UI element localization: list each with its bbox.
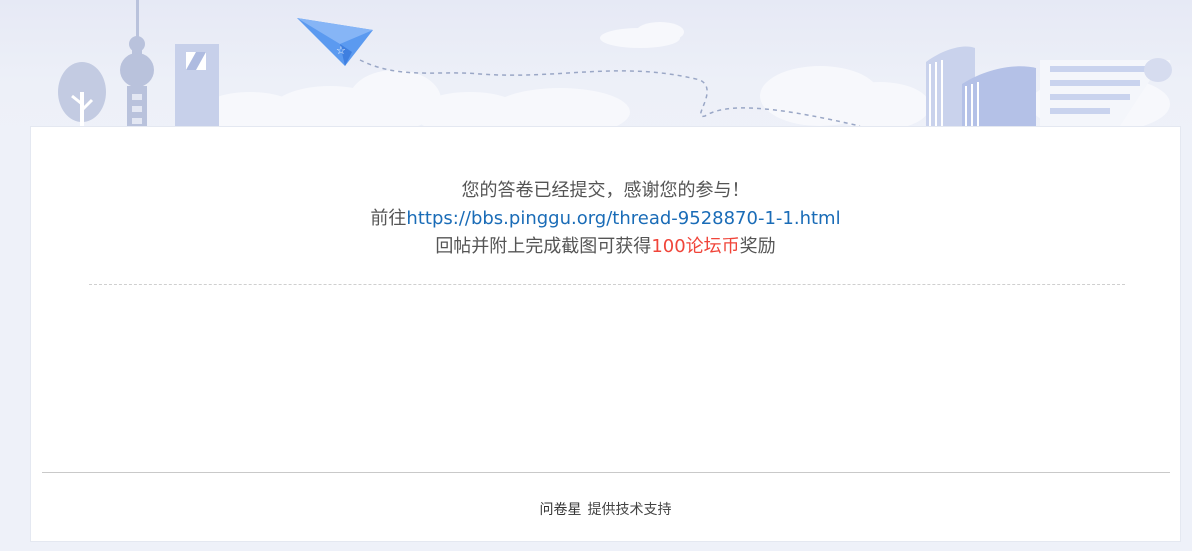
header-banner: ☆ [0,0,1192,140]
reward-suffix: 奖励 [739,236,776,257]
footer: 问卷星 提供技术支持 [31,499,1180,519]
skyscraper-icon [175,44,219,126]
reward-prefix: 回帖并附上完成截图可获得 [435,236,652,257]
tree-icon [58,62,106,126]
footer-divider [42,472,1170,473]
reward-instruction: 回帖并附上完成截图可获得100论坛币奖励 [31,233,1180,261]
wjx-brand-link[interactable]: 问卷星 [540,502,582,518]
tv-tower-icon [120,0,154,126]
thank-you-text: 您的答卷已经提交，感谢您的参与！ [461,180,750,201]
banner-illustration: ☆ [58,0,1172,138]
result-card: 您的答卷已经提交，感谢您的参与！ 前往https://bbs.pinggu.or… [30,126,1181,542]
books-icon [926,46,1036,126]
submission-message: 您的答卷已经提交，感谢您的参与！ 前往https://bbs.pinggu.or… [31,177,1180,261]
goto-label: 前往 [370,208,407,229]
thread-link[interactable]: https://bbs.pinggu.org/thread-9528870-1-… [406,208,840,229]
thread-instruction: 前往https://bbs.pinggu.org/thread-9528870-… [31,205,1180,233]
svg-text:☆: ☆ [336,44,346,57]
reward-amount: 100论坛币 [651,236,740,257]
dotted-divider [89,284,1125,285]
tech-support-text: 提供技术支持 [587,502,672,518]
